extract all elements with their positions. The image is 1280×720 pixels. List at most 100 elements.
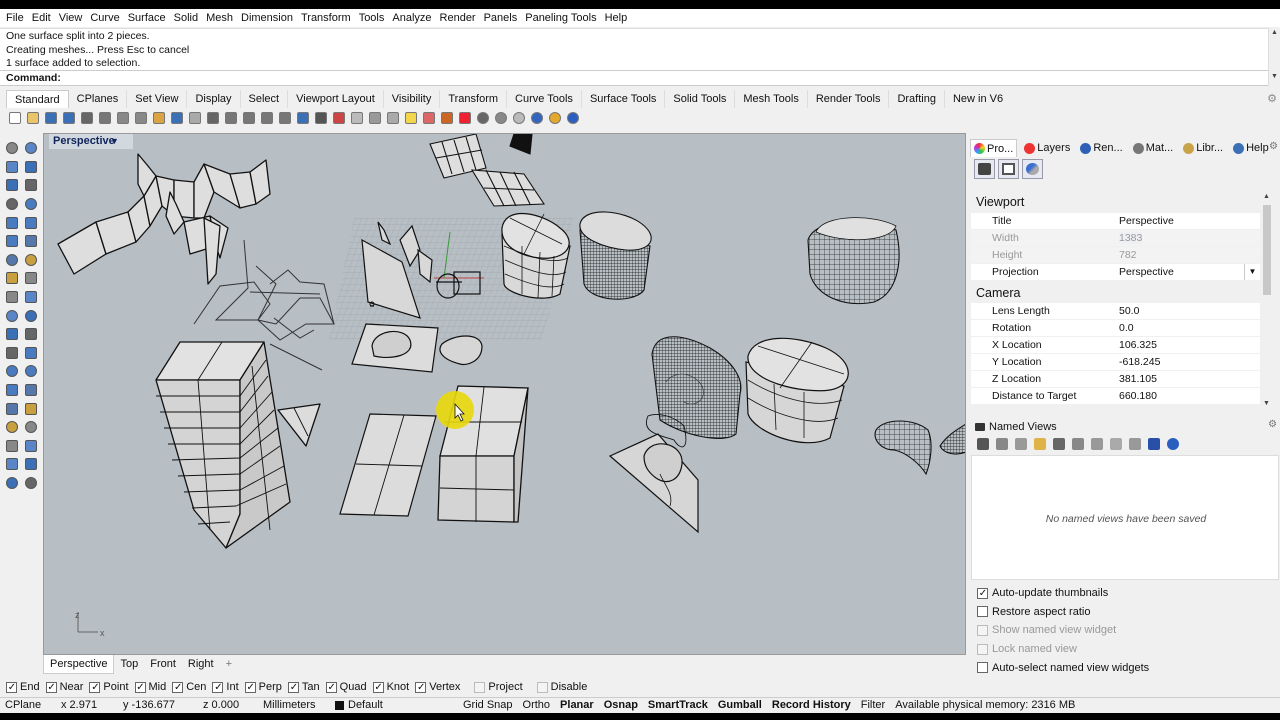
ghosted-icon[interactable] bbox=[510, 110, 527, 126]
panel-tab-libr[interactable]: Libr... bbox=[1180, 142, 1226, 154]
sphere-icon[interactable] bbox=[21, 251, 40, 269]
move-icon[interactable] bbox=[21, 307, 40, 325]
arc-icon[interactable] bbox=[2, 214, 21, 232]
hide-object-icon[interactable] bbox=[348, 110, 365, 126]
extruded-blob-center-right[interactable] bbox=[745, 337, 849, 444]
osnap-quad[interactable]: Quad bbox=[325, 681, 367, 693]
panel-tab-ren[interactable]: Ren... bbox=[1077, 142, 1125, 154]
panelized-tower[interactable] bbox=[155, 341, 321, 549]
menu-dimension[interactable]: Dimension bbox=[237, 9, 297, 27]
circle-icon[interactable] bbox=[2, 176, 21, 194]
points-on-icon[interactable] bbox=[21, 437, 40, 455]
osnap-checkbox[interactable] bbox=[212, 681, 224, 693]
toolbar-tab-cplanes[interactable]: CPlanes bbox=[69, 90, 128, 108]
polygon-icon[interactable] bbox=[21, 195, 40, 213]
grid-icon[interactable] bbox=[2, 437, 21, 455]
toolbar-tab-mesh-tools[interactable]: Mesh Tools bbox=[735, 90, 808, 108]
trimmed-quad-surface[interactable] bbox=[608, 414, 699, 534]
link-view-icon[interactable] bbox=[1107, 436, 1125, 452]
panel-tab-mat[interactable]: Mat... bbox=[1130, 142, 1177, 154]
rotate-icon[interactable] bbox=[21, 381, 40, 399]
render-icon[interactable] bbox=[528, 110, 545, 126]
set-view-icon[interactable] bbox=[1069, 436, 1087, 452]
scroll-up-icon[interactable]: ▲ bbox=[1263, 193, 1270, 200]
option-checkbox[interactable] bbox=[977, 662, 988, 674]
camera-properties-icon[interactable] bbox=[974, 159, 995, 179]
status-ortho[interactable]: Ortho bbox=[518, 698, 556, 713]
osnap-checkbox[interactable] bbox=[134, 681, 146, 693]
explode-icon[interactable] bbox=[21, 288, 40, 306]
prop-row-z-location[interactable]: Z Location 381.105 bbox=[971, 371, 1260, 388]
pan-icon[interactable] bbox=[186, 110, 203, 126]
panel-tab-layers[interactable]: Layers bbox=[1021, 142, 1073, 154]
toolbar-tab-transform[interactable]: Transform bbox=[440, 90, 508, 108]
osnap-perp[interactable]: Perp bbox=[244, 681, 282, 693]
rotate-view-icon[interactable] bbox=[204, 110, 221, 126]
help-icon[interactable] bbox=[564, 110, 581, 126]
save-icon[interactable] bbox=[42, 110, 59, 126]
panel-tab-pro[interactable]: Pro... bbox=[970, 139, 1018, 157]
copy-icon[interactable] bbox=[2, 400, 21, 418]
prop-row-y-location[interactable]: Y Location -618.245 bbox=[971, 354, 1260, 371]
ghosted-icon[interactable] bbox=[21, 474, 40, 492]
polyline-icon[interactable] bbox=[2, 158, 21, 176]
zoom-dynamic-icon[interactable] bbox=[222, 110, 239, 126]
menu-paneling-tools[interactable]: Paneling Tools bbox=[521, 9, 600, 27]
lock-object-icon[interactable] bbox=[384, 110, 401, 126]
layer-properties-icon[interactable] bbox=[330, 110, 347, 126]
boolean-union-icon[interactable] bbox=[2, 288, 21, 306]
toolbar-tab-curve-tools[interactable]: Curve Tools bbox=[507, 90, 582, 108]
menu-surface[interactable]: Surface bbox=[124, 9, 170, 27]
osnap-tan[interactable]: Tan bbox=[287, 681, 320, 693]
toolbar-tab-new-in-v6[interactable]: New in V6 bbox=[945, 90, 1011, 108]
menu-file[interactable]: File bbox=[2, 9, 28, 27]
menu-curve[interactable]: Curve bbox=[86, 9, 123, 27]
show-object-icon[interactable] bbox=[366, 110, 383, 126]
solid-tools-icon[interactable] bbox=[21, 418, 40, 436]
osnap-checkbox[interactable] bbox=[536, 681, 548, 693]
prop-value[interactable]: Perspective bbox=[1119, 266, 1174, 278]
point-icon[interactable] bbox=[21, 139, 40, 157]
viewport-tab-top[interactable]: Top bbox=[114, 655, 144, 673]
menu-render[interactable]: Render bbox=[436, 9, 480, 27]
toolbar-tab-display[interactable]: Display bbox=[187, 90, 241, 108]
array-icon[interactable] bbox=[21, 325, 40, 343]
viewport-title[interactable]: Perspective bbox=[49, 134, 133, 149]
boolean-difference-icon[interactable] bbox=[2, 418, 21, 436]
osnap-checkbox[interactable] bbox=[325, 681, 337, 693]
status-record-history[interactable]: Record History bbox=[767, 698, 856, 713]
surface-from-curves-icon[interactable] bbox=[2, 232, 21, 250]
osnap-near[interactable]: Near bbox=[45, 681, 83, 693]
mesh-blob-center[interactable] bbox=[651, 336, 742, 439]
folded-surface[interactable] bbox=[57, 153, 271, 285]
shade-icon[interactable] bbox=[492, 110, 509, 126]
save-as-icon[interactable] bbox=[60, 110, 77, 126]
paste-icon[interactable] bbox=[150, 110, 167, 126]
status-cplane[interactable]: CPlane bbox=[0, 698, 56, 713]
toolbar-tab-standard[interactable]: Standard bbox=[6, 90, 69, 108]
rendered-display-icon[interactable] bbox=[456, 110, 473, 126]
planar-rectangle[interactable] bbox=[339, 413, 437, 517]
dimension-icon[interactable] bbox=[21, 362, 40, 380]
viewport-scene[interactable]: z x bbox=[44, 134, 966, 655]
status-smarttrack[interactable]: SmartTrack bbox=[643, 698, 713, 713]
join-icon[interactable] bbox=[2, 325, 21, 343]
mesh-blob-dense[interactable] bbox=[579, 211, 652, 300]
render-icon[interactable] bbox=[2, 474, 21, 492]
option-auto-update-thumbnails[interactable]: Auto-update thumbnails bbox=[977, 587, 1108, 599]
panel-options-gear-icon[interactable]: ⚙ bbox=[1269, 141, 1278, 152]
properties-scrollbar[interactable]: ▲ ▼ bbox=[1261, 193, 1273, 407]
prop-row-distance-to-target[interactable]: Distance to Target 660.180 bbox=[971, 388, 1260, 405]
open-folder-icon[interactable] bbox=[1031, 436, 1049, 452]
save-view-icon[interactable] bbox=[974, 436, 992, 452]
osnap-knot[interactable]: Knot bbox=[372, 681, 409, 693]
osnap-end[interactable]: End bbox=[6, 681, 40, 693]
menu-transform[interactable]: Transform bbox=[297, 9, 355, 27]
toolbar-tab-solid-tools[interactable]: Solid Tools bbox=[665, 90, 736, 108]
osnap-int[interactable]: Int bbox=[212, 681, 239, 693]
viewport-properties-icon[interactable] bbox=[998, 159, 1019, 179]
cylinder-icon[interactable] bbox=[2, 269, 21, 287]
viewport-menu-dropdown-icon[interactable]: ▼ bbox=[110, 134, 119, 149]
scroll-down-icon[interactable]: ▼ bbox=[1271, 73, 1278, 80]
mesh-patch-right[interactable] bbox=[874, 420, 966, 476]
